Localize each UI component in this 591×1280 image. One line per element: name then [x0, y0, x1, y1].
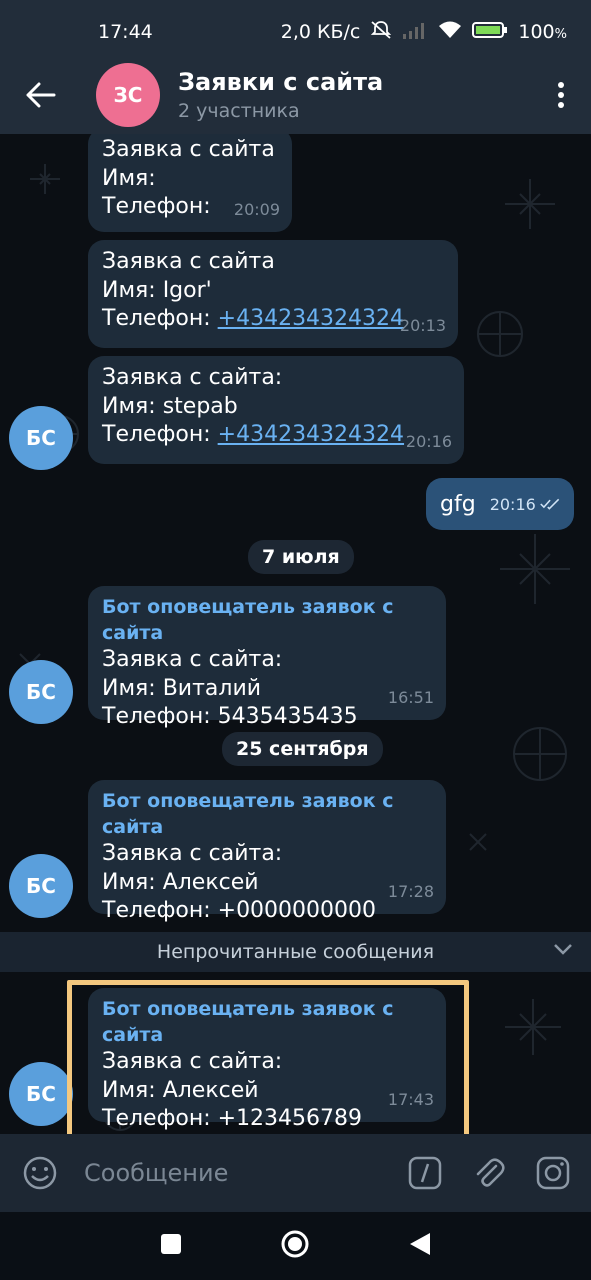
message-bubble[interactable]: Заявка с сайта Имя: Igor' Телефон: +4342… [88, 240, 458, 348]
message-line: Имя: [102, 165, 156, 191]
network-speed: 2,0 КБ/с [280, 21, 361, 43]
sender-avatar[interactable]: БС [9, 406, 73, 470]
attach-button[interactable] [457, 1134, 521, 1212]
phone-link[interactable]: +434234324324 [218, 306, 404, 331]
chat-avatar[interactable]: ЗС [96, 63, 160, 127]
emoji-button[interactable] [8, 1134, 72, 1212]
message-line: Имя: Алексей [102, 869, 259, 895]
message-line: Заявка с сайта [102, 137, 275, 162]
chat-header: ЗС Заявки с сайта 2 участника [0, 56, 591, 134]
arrow-left-icon [26, 82, 56, 108]
sender-name[interactable]: Бот оповещатель заявок с сайта [102, 594, 432, 646]
wifi-icon [438, 20, 462, 45]
recent-apps-button[interactable] [159, 1232, 183, 1260]
message-time: 16:51 [387, 687, 434, 707]
message-bubble[interactable]: Заявка с сайта Имя: Телефон: 20:09 [88, 134, 292, 232]
message-line: Телефон: +434234324324 [102, 422, 405, 447]
triangle-back-icon [410, 1233, 431, 1255]
more-menu-button[interactable] [531, 56, 591, 134]
paperclip-icon [476, 1158, 505, 1187]
status-bar: 17:44 2,0 КБ/с 100% [0, 0, 591, 64]
message-text: gfg [440, 491, 476, 517]
message-time: 20:13 [399, 315, 446, 335]
back-button[interactable] [0, 56, 82, 134]
chat-title: Заявки с сайта [178, 68, 384, 96]
message-time: 20:09 [233, 199, 280, 219]
chat-area[interactable]: Заявка с сайта Имя: Телефон: 20:09 Заявк… [0, 134, 591, 1134]
sender-avatar[interactable]: БС [9, 660, 73, 724]
message-line: Телефон: +0000000000 [102, 898, 377, 923]
camera-button[interactable] [521, 1134, 585, 1212]
message-line: Заявка с сайта: [102, 365, 283, 390]
message-bubble[interactable]: Бот оповещатель заявок с сайта Заявка с … [88, 586, 446, 729]
outgoing-message[interactable]: gfg 20:16 [426, 478, 574, 530]
message-line: Телефон: +434234324324 [102, 306, 405, 331]
message-input[interactable]: Сообщение [84, 1159, 393, 1187]
chevron-down-icon[interactable] [553, 942, 573, 956]
bot-commands-button[interactable] [393, 1134, 457, 1212]
phone-link[interactable]: +434234324324 [218, 422, 404, 447]
message-line: Заявка с сайта [102, 249, 275, 274]
system-nav-bar [0, 1212, 591, 1280]
square-icon [160, 1234, 181, 1254]
status-time: 17:44 [98, 21, 153, 43]
highlight-frame [67, 980, 469, 1134]
battery-icon [472, 20, 508, 45]
sender-avatar[interactable]: БС [9, 1062, 73, 1126]
back-nav-button[interactable] [408, 1231, 432, 1261]
message-line: Заявка с сайта: [102, 647, 283, 672]
message-line: Телефон: 5435435435 [102, 704, 358, 729]
smile-icon [23, 1156, 57, 1190]
message-bubble[interactable]: Бот оповещатель заявок с сайта Заявка с … [88, 780, 446, 923]
battery-level: 100% [518, 21, 567, 43]
message-line: Имя: Виталий [102, 675, 262, 701]
slash-command-icon [408, 1156, 442, 1190]
date-separator: 7 июля [248, 540, 354, 574]
message-bubble[interactable]: Заявка с сайта: Имя: stepab Телефон: +43… [88, 356, 464, 464]
message-time: 20:16 [489, 494, 536, 514]
message-line: Имя: stepab [102, 393, 238, 419]
sender-avatar[interactable]: БС [9, 854, 73, 918]
unread-divider: Непрочитанные сообщения [0, 932, 591, 972]
message-input-bar: Сообщение [0, 1134, 591, 1212]
message-time: 17:28 [387, 881, 434, 901]
sender-name[interactable]: Бот оповещатель заявок с сайта [102, 788, 432, 840]
message-time: 20:16 [405, 431, 452, 451]
chat-subtitle: 2 участника [178, 100, 300, 122]
message-line: Заявка с сайта: [102, 841, 283, 866]
double-check-icon [540, 498, 559, 510]
unread-label: Непрочитанные сообщения [156, 941, 435, 963]
instagram-camera-icon [536, 1156, 570, 1190]
circle-icon [281, 1230, 309, 1258]
home-button[interactable] [280, 1229, 310, 1263]
signal-icon [402, 20, 428, 45]
message-line: Имя: Igor' [102, 277, 212, 303]
date-separator: 25 сентября [222, 732, 383, 766]
more-vertical-icon [558, 82, 564, 108]
chat-title-area[interactable]: Заявки с сайта 2 участника [178, 68, 531, 122]
mute-icon [370, 20, 392, 45]
